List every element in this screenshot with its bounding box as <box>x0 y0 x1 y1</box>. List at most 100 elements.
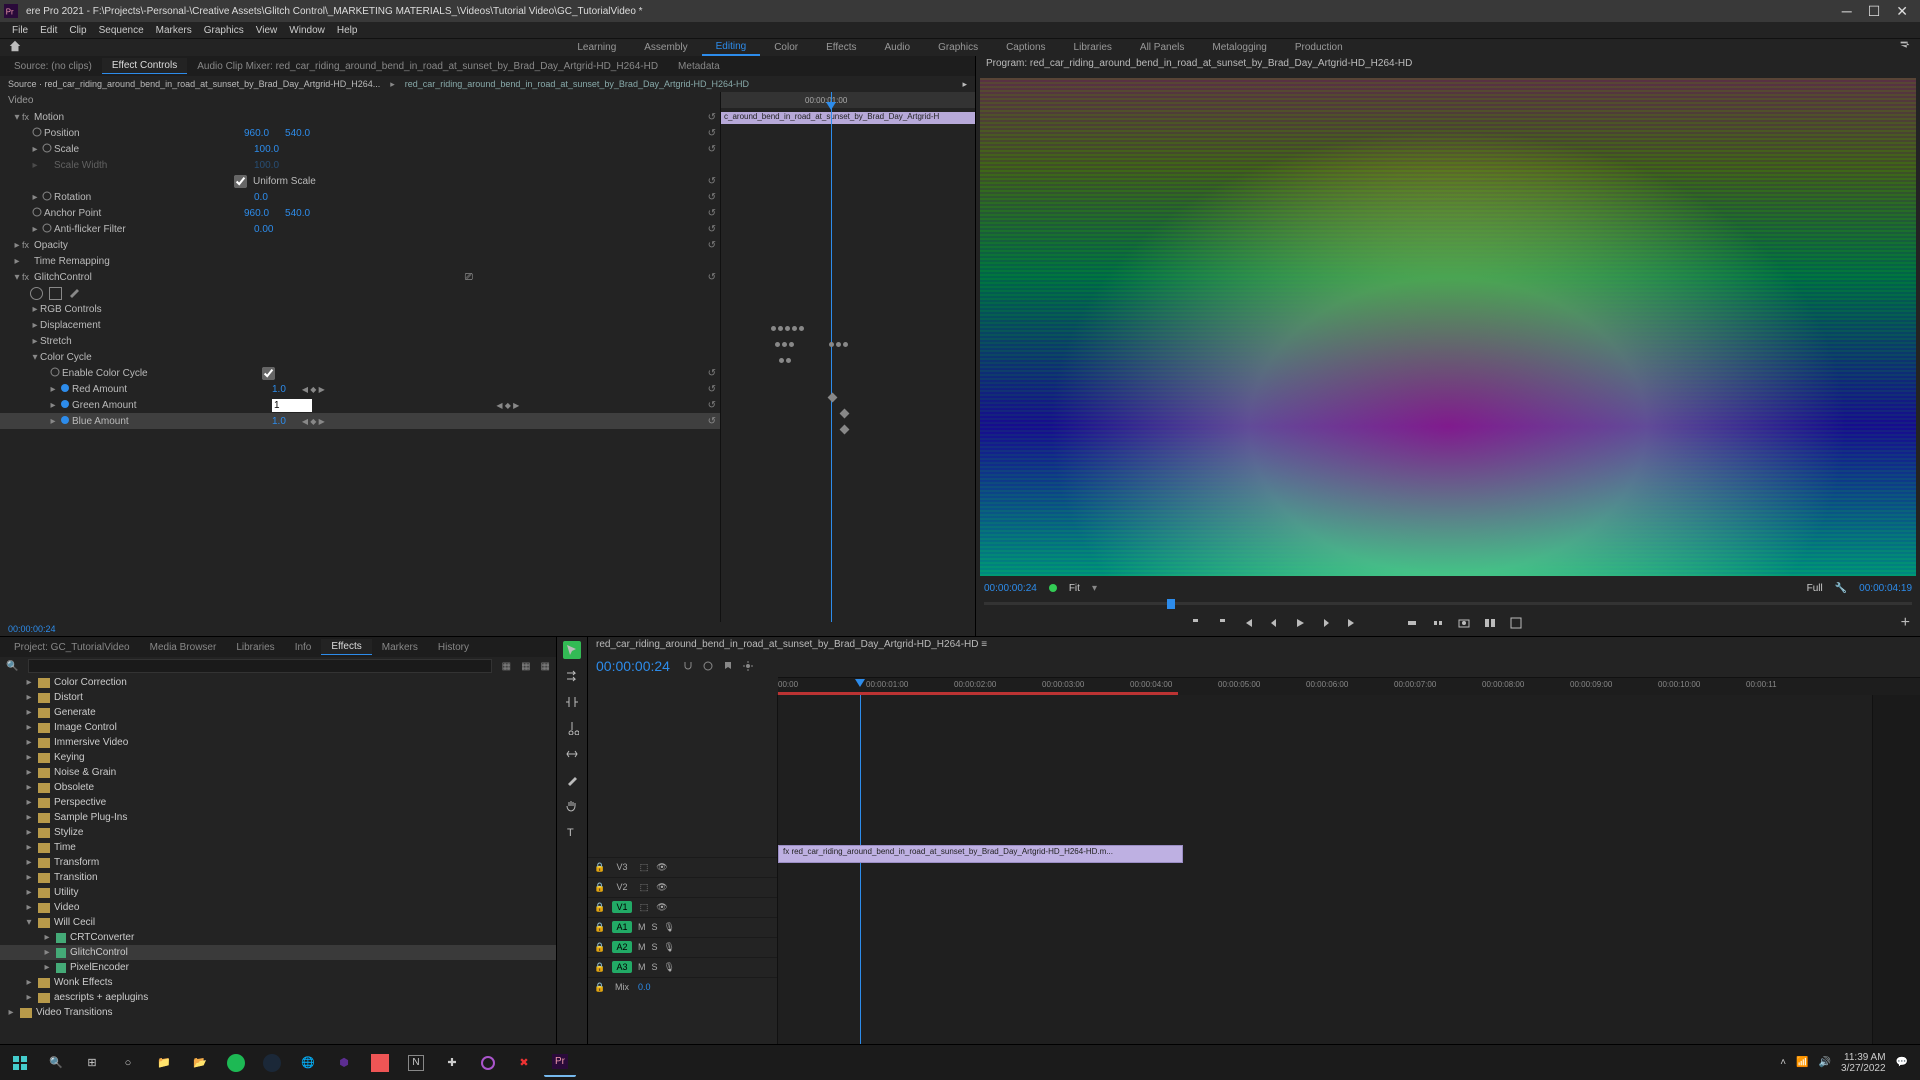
safe-margins-icon[interactable] <box>1510 617 1522 629</box>
workspace-metalogging[interactable]: Metalogging <box>1198 40 1280 55</box>
twisty-icon[interactable]: ▾ <box>12 112 22 123</box>
stopwatch-icon[interactable] <box>30 207 44 220</box>
workspace-color[interactable]: Color <box>760 40 812 55</box>
track-select-tool[interactable] <box>563 667 581 685</box>
keyframe-nav[interactable]: ◀ ◆ ▶ <box>302 417 325 426</box>
maximize-button[interactable]: ☐ <box>1868 3 1881 20</box>
stopwatch-icon[interactable] <box>58 383 72 396</box>
reset-icon[interactable]: ↺ <box>708 176 716 187</box>
video-track-header[interactable]: 🔒V1⬚👁 <box>588 897 777 917</box>
param-stretch[interactable]: ▸Stretch <box>0 333 720 349</box>
effect-glitchcontrol[interactable]: ▾fx GlitchControl ⎚ ↺ <box>0 269 720 285</box>
pen-mask-icon[interactable] <box>68 285 81 301</box>
start-button[interactable] <box>4 1049 36 1077</box>
effects-tree-item[interactable]: ▸Video Transitions <box>0 1005 556 1020</box>
stopwatch-icon[interactable] <box>30 127 44 140</box>
fx-badge[interactable]: fx <box>22 112 34 122</box>
program-scrubber[interactable] <box>984 596 1912 610</box>
effects-tree-item[interactable]: ▸PixelEncoder <box>0 960 556 975</box>
effect-time-remapping[interactable]: ▸ Time Remapping <box>0 253 720 269</box>
audio-track-header[interactable]: 🔒A1MS🎙 <box>588 917 777 937</box>
menu-clip[interactable]: Clip <box>63 25 92 36</box>
menu-markers[interactable]: Markers <box>150 25 198 36</box>
audio-track-header[interactable]: 🔒A2MS🎙 <box>588 937 777 957</box>
linked-selection-icon[interactable] <box>702 660 714 672</box>
timeline-tc[interactable]: 00:00:00:24 <box>596 658 670 674</box>
zoom-chevron-icon[interactable]: ▾ <box>1092 583 1097 594</box>
play-icon[interactable] <box>1294 617 1306 629</box>
vscode-icon[interactable]: ⬢ <box>328 1049 360 1077</box>
effect-controls-timeline[interactable]: 00:00:01:00 c_around_bend_in_road_at_sun… <box>720 92 975 622</box>
scale-value[interactable]: 100.0 <box>254 144 295 155</box>
mark-out-icon[interactable] <box>1216 617 1228 629</box>
project-tab[interactable]: History <box>428 640 479 655</box>
effects-tree-item[interactable]: ▸Video <box>0 900 556 915</box>
project-tab[interactable]: Libraries <box>226 640 284 655</box>
marker-icon[interactable] <box>722 660 734 672</box>
workspace-production[interactable]: Production <box>1281 40 1357 55</box>
menu-edit[interactable]: Edit <box>34 25 63 36</box>
search-icon[interactable]: 🔍 <box>40 1049 72 1077</box>
enable-color-cycle-checkbox[interactable] <box>262 367 275 380</box>
sequence-tab[interactable]: red_car_riding_around_bend_in_road_at_su… <box>596 639 978 650</box>
step-back-icon[interactable] <box>1268 617 1280 629</box>
settings-icon[interactable] <box>742 660 754 672</box>
step-forward-icon[interactable] <box>1320 617 1332 629</box>
ripple-edit-tool[interactable] <box>563 693 581 711</box>
app-icon-orange[interactable] <box>364 1049 396 1077</box>
timeline-playhead[interactable] <box>860 695 861 1048</box>
effects-tree-item[interactable]: ▸Distort <box>0 690 556 705</box>
source-tab[interactable]: Source: (no clips) <box>4 59 102 74</box>
tray-chevron-icon[interactable]: ˄ <box>1780 1057 1786 1068</box>
effects-tree-item[interactable]: ▸Transition <box>0 870 556 885</box>
effects-tree-item[interactable]: ▾Will Cecil <box>0 915 556 930</box>
menu-help[interactable]: Help <box>331 25 364 36</box>
notifications-icon[interactable]: 💬 <box>1896 1057 1908 1068</box>
effects-search-input[interactable] <box>28 659 491 673</box>
uniform-scale-checkbox[interactable] <box>234 175 247 188</box>
workspace-captions[interactable]: Captions <box>992 40 1059 55</box>
filter-32-icon[interactable]: ▦ <box>521 661 530 672</box>
rect-mask-icon[interactable] <box>49 287 62 300</box>
filter-yuv-icon[interactable]: ▦ <box>541 661 550 672</box>
pen-tool[interactable] <box>563 771 581 789</box>
source-tab[interactable]: Effect Controls <box>102 58 187 74</box>
workspace-learning[interactable]: Learning <box>563 40 630 55</box>
program-viewer[interactable] <box>980 78 1916 576</box>
effects-tree-item[interactable]: ▸Keying <box>0 750 556 765</box>
workspace-assembly[interactable]: Assembly <box>630 40 701 55</box>
effects-tree-item[interactable]: ▸Generate <box>0 705 556 720</box>
extract-icon[interactable] <box>1432 617 1444 629</box>
keyframe-diamond[interactable] <box>828 393 838 403</box>
wifi-icon[interactable]: 📶 <box>1796 1057 1808 1068</box>
search-icon[interactable]: 🔍 <box>6 661 18 672</box>
reset-icon[interactable]: ↺ <box>708 240 716 251</box>
comparison-icon[interactable] <box>1484 617 1496 629</box>
zoom-dropdown[interactable]: Fit <box>1069 583 1080 594</box>
timeline-tracks[interactable]: fx red_car_riding_around_bend_in_road_at… <box>778 695 1872 1048</box>
reset-icon[interactable]: ↺ <box>708 128 716 139</box>
project-tab[interactable]: Effects <box>321 639 371 655</box>
video-track-header[interactable]: 🔒V2⬚👁 <box>588 877 777 897</box>
menu-graphics[interactable]: Graphics <box>198 25 250 36</box>
spotify-icon[interactable] <box>220 1049 252 1077</box>
green-amount-input[interactable] <box>272 399 312 412</box>
close-button[interactable]: ✕ <box>1896 3 1908 20</box>
scrubber-thumb[interactable] <box>1167 599 1175 609</box>
home-icon[interactable] <box>8 39 22 56</box>
resolution-dropdown[interactable]: Full <box>1807 583 1823 594</box>
workspace-editing[interactable]: Editing <box>702 39 761 56</box>
mark-in-icon[interactable] <box>1190 617 1202 629</box>
task-view-icon[interactable]: ⊞ <box>76 1049 108 1077</box>
ec-clip-bar[interactable]: c_around_bend_in_road_at_sunset_by_Brad_… <box>721 112 975 124</box>
workspace-effects[interactable]: Effects <box>812 40 870 55</box>
minimize-button[interactable]: ─ <box>1842 3 1852 20</box>
workspace-libraries[interactable]: Libraries <box>1060 40 1126 55</box>
stopwatch-icon[interactable] <box>40 143 54 156</box>
keyframe-nav[interactable]: ◀ ◆ ▶ <box>302 385 325 394</box>
clock[interactable]: 11:39 AM 3/27/2022 <box>1841 1052 1886 1074</box>
position-x[interactable]: 960.0 <box>244 128 285 139</box>
timeline-clip[interactable]: fx red_car_riding_around_bend_in_road_at… <box>778 845 1183 863</box>
chrome-icon[interactable]: 🌐 <box>292 1049 324 1077</box>
twisty-icon[interactable]: ▸ <box>30 144 40 155</box>
